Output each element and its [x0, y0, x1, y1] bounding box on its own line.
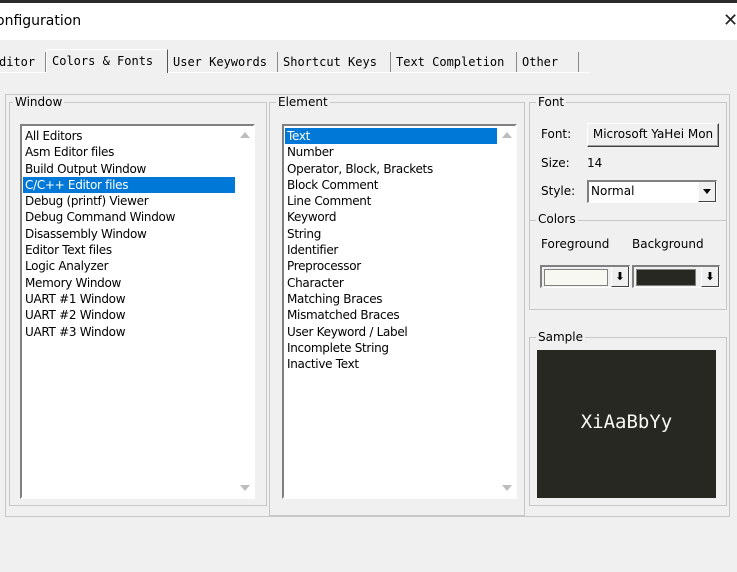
- background-dropdown-icon[interactable]: ⬇: [701, 267, 719, 287]
- element-group-legend: Element: [276, 95, 330, 109]
- element-list-item[interactable]: Matching Braces: [285, 291, 497, 307]
- foreground-color-picker[interactable]: ⬇: [540, 265, 630, 288]
- style-dropdown[interactable]: Normal: [587, 180, 717, 203]
- size-value: 14: [587, 156, 603, 170]
- tab-user-keywords[interactable]: User Keywords: [168, 52, 278, 72]
- element-list-item[interactable]: Keyword: [285, 209, 497, 225]
- window-list-item[interactable]: Build Output Window: [23, 161, 235, 177]
- sample-preview: XiAaBbYy: [537, 350, 716, 498]
- element-list-item[interactable]: String: [285, 226, 497, 242]
- window-list-item[interactable]: UART #2 Window: [23, 307, 235, 323]
- window-list-item[interactable]: Debug (printf) Viewer: [23, 193, 235, 209]
- close-icon[interactable]: ✕: [723, 9, 737, 33]
- window-list-item[interactable]: Editor Text files: [23, 242, 235, 258]
- window-list-item[interactable]: UART #1 Window: [23, 291, 235, 307]
- size-label: Size:: [541, 156, 570, 170]
- tab-other[interactable]: Other: [517, 52, 579, 72]
- scroll-up-icon[interactable]: [240, 132, 250, 138]
- chevron-down-icon: [703, 189, 711, 194]
- scroll-up-icon[interactable]: [502, 132, 512, 138]
- colors-group-legend: Colors: [536, 212, 578, 226]
- tab-text-completion[interactable]: Text Completion: [391, 52, 517, 72]
- tab-strip: ditor Colors & Fonts User Keywords Short…: [0, 49, 737, 73]
- element-list-item[interactable]: Character: [285, 275, 497, 291]
- sample-text: XiAaBbYy: [580, 411, 673, 433]
- font-label: Font:: [541, 127, 572, 141]
- window-list-items: All Editors Asm Editor files Build Output …: [23, 128, 235, 340]
- window-list-item[interactable]: C/C++ Editor files: [23, 176, 235, 194]
- window-list-item[interactable]: Asm Editor files: [23, 144, 235, 160]
- window-list-item[interactable]: Memory Window: [23, 275, 235, 291]
- tab-editor[interactable]: ditor: [0, 52, 46, 72]
- element-list-item[interactable]: Identifier: [285, 242, 497, 258]
- window-list-item[interactable]: Disassembly Window: [23, 226, 235, 242]
- font-select-button[interactable]: Microsoft YaHei Mon: [587, 123, 719, 147]
- element-list-item[interactable]: User Keyword / Label: [285, 324, 497, 340]
- foreground-dropdown-icon[interactable]: ⬇: [611, 267, 629, 287]
- window-list-item[interactable]: Debug Command Window: [23, 209, 235, 225]
- window-title: onfiguration: [0, 13, 82, 29]
- background-color-picker[interactable]: ⬇: [632, 265, 720, 288]
- element-list-item[interactable]: Inactive Text: [285, 356, 497, 372]
- element-list-item[interactable]: Operator, Block, Brackets: [285, 161, 497, 177]
- window-list-item[interactable]: Logic Analyzer: [23, 258, 235, 274]
- background-label: Background: [632, 237, 704, 251]
- font-group-legend: Font: [536, 95, 567, 109]
- element-list-item[interactable]: Preprocessor: [285, 258, 497, 274]
- foreground-swatch: [544, 269, 608, 286]
- element-list-item[interactable]: Block Comment: [285, 177, 497, 193]
- window-list-scrollbar[interactable]: [236, 126, 253, 497]
- style-dropdown-button[interactable]: [698, 182, 716, 202]
- window-list-item[interactable]: All Editors: [23, 128, 235, 144]
- element-list-item[interactable]: Incomplete String: [285, 340, 497, 356]
- window-listbox[interactable]: All Editors Asm Editor files Build Output …: [20, 124, 255, 499]
- background-swatch: [636, 269, 696, 286]
- element-list-item[interactable]: Mismatched Braces: [285, 307, 497, 323]
- sample-group-legend: Sample: [536, 330, 585, 344]
- window-group-legend: Window: [13, 95, 65, 109]
- element-list-scrollbar[interactable]: [498, 126, 515, 497]
- scroll-down-icon[interactable]: [240, 485, 250, 491]
- tab-colors-fonts[interactable]: Colors & Fonts: [46, 49, 168, 73]
- foreground-label: Foreground: [541, 237, 610, 251]
- element-list-item[interactable]: Number: [285, 144, 497, 160]
- title-bar: onfiguration ✕: [0, 3, 737, 40]
- element-list-item[interactable]: Text: [285, 128, 497, 145]
- element-list-items: Text Number Operator, Block, Brackets Block…: [285, 128, 497, 372]
- element-listbox[interactable]: Text Number Operator, Block, Brackets Block…: [282, 124, 517, 499]
- tab-shortcut-keys[interactable]: Shortcut Keys: [278, 52, 391, 72]
- window-list-item[interactable]: UART #3 Window: [23, 324, 235, 340]
- style-dropdown-value: Normal: [591, 184, 635, 198]
- style-label: Style:: [541, 184, 576, 198]
- scroll-down-icon[interactable]: [502, 485, 512, 491]
- element-list-item[interactable]: Line Comment: [285, 193, 497, 209]
